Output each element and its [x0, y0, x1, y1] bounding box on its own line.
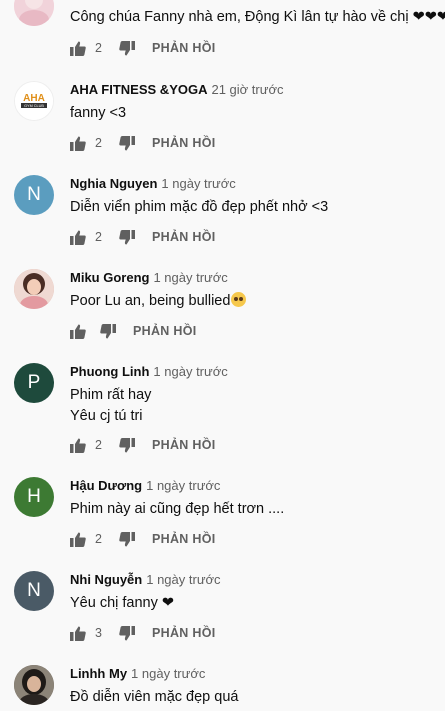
comment-text: Poor Lu an, being bullied — [70, 291, 440, 312]
comment-header: Nghia Nguyen 1 ngày trước — [70, 176, 236, 191]
thumbs-down-icon[interactable] — [100, 323, 116, 339]
thumbs-down-icon[interactable] — [119, 437, 135, 453]
avatar[interactable] — [14, 665, 54, 705]
comment-time[interactable]: 1 ngày trước — [146, 478, 220, 493]
like-count: 2 — [95, 438, 102, 452]
comment-time[interactable]: 1 ngày trước — [153, 270, 227, 285]
comment-item: H Hậu Dương 1 ngày trước Phim này ai cũng… — [0, 472, 445, 552]
comment-text: Yêu chị fanny ❤ — [70, 595, 175, 611]
comment-time[interactable]: 1 ngày trước — [153, 364, 227, 379]
reply-button[interactable]: PHẢN HỒI — [152, 438, 216, 452]
comment-item: Miku Goreng 1 ngày trước Poor Lu an, bein… — [0, 264, 445, 344]
author-name[interactable]: Phuong Linh — [70, 364, 149, 379]
avatar[interactable]: N — [14, 175, 54, 215]
avatar-letter: H — [27, 486, 41, 507]
reply-button[interactable]: PHẢN HỒI — [152, 532, 216, 546]
comment-time[interactable]: 1 ngày trước — [131, 666, 205, 681]
like-count: 2 — [95, 41, 102, 55]
comment-text: Phim này ai cũng đẹp hết trơn .... — [70, 501, 285, 517]
thumbs-down-icon[interactable] — [119, 135, 135, 151]
comment-item: N Nhi Nguyễn 1 ngày trước Yêu chị fanny ❤… — [0, 566, 445, 646]
comment-actions: 2 PHẢN HỒI — [70, 531, 216, 547]
comment-actions: 2 PHẢN HỒI — [70, 135, 216, 151]
comment-header: Hậu Dương 1 ngày trước — [70, 478, 220, 493]
thumbs-up-icon[interactable] — [70, 324, 86, 339]
aha-logo-sub: GYM CLUB — [24, 104, 44, 108]
comment-header: Phuong Linh 1 ngày trước — [70, 364, 228, 379]
comment-text: Diễn viển phim mặc đồ đẹp phết nhở <3 — [70, 199, 329, 215]
comment-time[interactable]: 21 giờ trước — [211, 82, 283, 97]
avatar[interactable] — [14, 0, 54, 26]
comment-actions: PHẢN HỒI — [70, 323, 197, 339]
avatar[interactable]: P — [14, 363, 54, 403]
author-name[interactable]: Nghia Nguyen — [70, 176, 157, 191]
comment-time[interactable]: 1 ngày trước — [146, 572, 220, 587]
thumbs-up-icon[interactable] — [70, 136, 86, 151]
comment-actions: 2 PHẢN HỒI — [70, 40, 216, 56]
author-name[interactable]: Linhh My — [70, 666, 127, 681]
thumbs-up-icon[interactable] — [70, 41, 86, 56]
comment-header: AHA FITNESS &YOGA 21 giờ trước — [70, 82, 283, 97]
reply-button[interactable]: PHẢN HỒI — [152, 41, 216, 55]
reply-button[interactable]: PHẢN HỒI — [152, 230, 216, 244]
thumbs-down-icon[interactable] — [119, 40, 135, 56]
like-count: 2 — [95, 136, 102, 150]
reply-button[interactable]: PHẢN HỒI — [152, 626, 216, 640]
avatar-letter: N — [27, 184, 41, 205]
author-name[interactable]: Miku Goreng — [70, 270, 149, 285]
avatar[interactable]: H — [14, 477, 54, 517]
comment-header: Linhh My 1 ngày trước — [70, 666, 205, 681]
pleading-face-emoji-icon — [231, 292, 247, 307]
comment-item: P Phuong Linh 1 ngày trước Phim rất hay Y… — [0, 358, 445, 458]
reply-button[interactable]: PHẢN HỒI — [133, 324, 197, 338]
comment-item: N Nghia Nguyen 1 ngày trước Diễn viển phi… — [0, 170, 445, 250]
comment-actions: 2 PHẢN HỒI — [70, 437, 216, 453]
thumbs-up-icon[interactable] — [70, 438, 86, 453]
comment-item: Linhh My 1 ngày trước Đồ diễn viên mặc đẹ… — [0, 660, 445, 711]
comment-actions: 3 PHẢN HỒI — [70, 625, 216, 641]
comment-time[interactable]: 1 ngày trước — [161, 176, 235, 191]
thumbs-up-icon[interactable] — [70, 532, 86, 547]
avatar[interactable] — [14, 269, 54, 309]
avatar[interactable]: AHA GYM CLUB — [14, 81, 54, 121]
comment-item: AHA GYM CLUB AHA FITNESS &YOGA 21 giờ trư… — [0, 76, 445, 156]
thumbs-up-icon[interactable] — [70, 626, 86, 641]
like-count: 2 — [95, 230, 102, 244]
comment-list: Công chúa Fanny nhà em, Động Kì lân tự h… — [0, 0, 445, 711]
author-name[interactable]: Hậu Dương — [70, 478, 142, 493]
comment-text: Đồ diễn viên mặc đẹp quá — [70, 689, 239, 705]
thumbs-down-icon[interactable] — [119, 229, 135, 245]
reply-button[interactable]: PHẢN HỒI — [152, 136, 216, 150]
comment-item: Công chúa Fanny nhà em, Động Kì lân tự h… — [0, 0, 445, 60]
comment-text: fanny <3 — [70, 105, 127, 121]
comment-header: Nhi Nguyễn 1 ngày trước — [70, 572, 221, 587]
avatar-letter: P — [27, 372, 41, 393]
avatar-letter: N — [27, 580, 41, 601]
author-name[interactable]: Nhi Nguyễn — [70, 572, 142, 587]
like-count: 3 — [95, 626, 102, 640]
thumbs-down-icon[interactable] — [119, 625, 135, 641]
author-name[interactable]: AHA FITNESS &YOGA — [70, 82, 207, 97]
comment-text: Công chúa Fanny nhà em, Động Kì lân tự h… — [70, 9, 445, 25]
like-count: 2 — [95, 532, 102, 546]
avatar[interactable]: N — [14, 571, 54, 611]
comment-header: Miku Goreng 1 ngày trước — [70, 270, 228, 285]
aha-logo-text: AHA — [23, 93, 45, 104]
thumbs-up-icon[interactable] — [70, 230, 86, 245]
comment-text: Phim rất hay Yêu cj tú tri — [70, 387, 152, 424]
comment-actions: 2 PHẢN HỒI — [70, 229, 216, 245]
thumbs-down-icon[interactable] — [119, 531, 135, 547]
